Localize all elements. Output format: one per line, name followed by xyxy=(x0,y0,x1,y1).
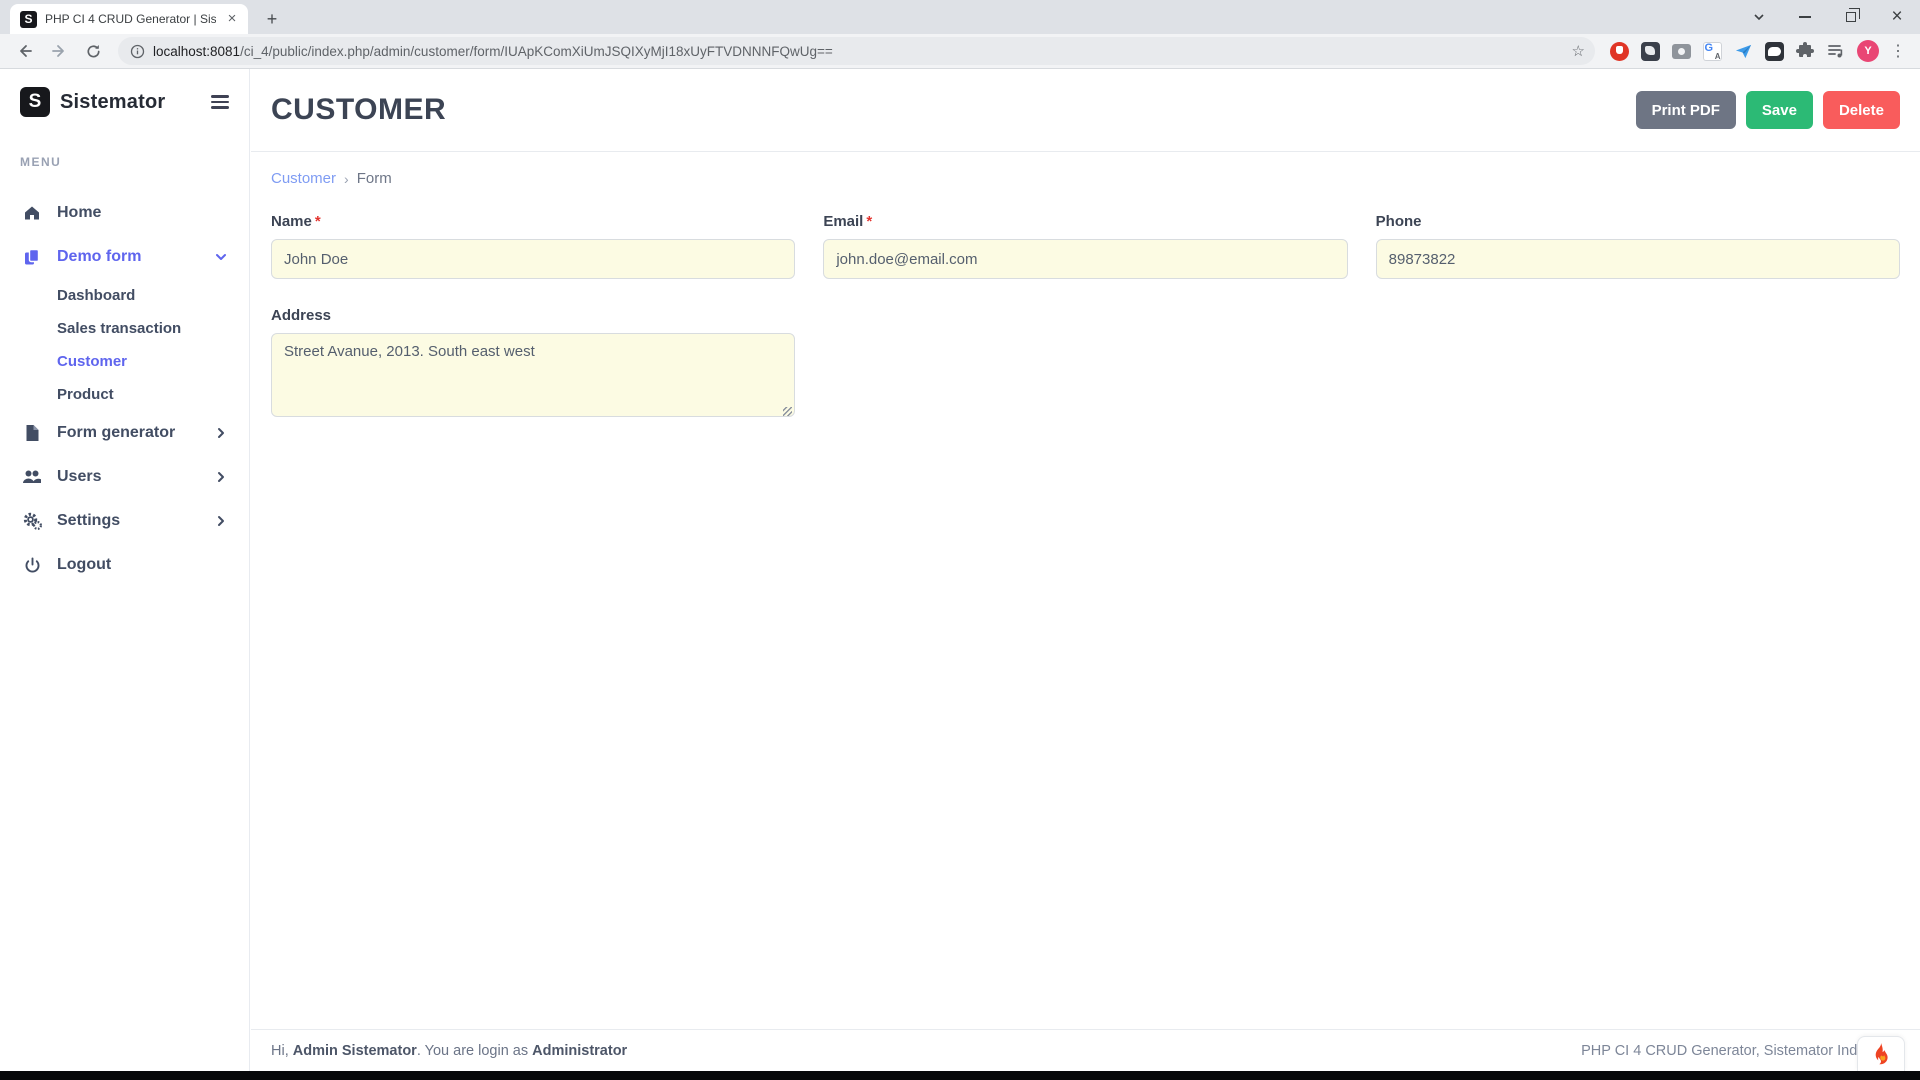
customer-form-row-1: Name* Email* Phone xyxy=(271,213,1900,279)
line-extension-icon[interactable] xyxy=(1764,41,1784,61)
pages-icon xyxy=(22,248,42,266)
print-pdf-button[interactable]: Print PDF xyxy=(1636,91,1736,129)
sidebar-item-label: Home xyxy=(57,204,101,222)
app-viewport: S Sistemator MENU Home Demo form xyxy=(0,69,1920,1080)
footer-greeting: Hi, Admin Sistemator. You are login as A… xyxy=(271,1043,627,1059)
power-icon xyxy=(22,557,42,574)
extensions-row: Y ⋮ xyxy=(1605,40,1910,62)
customer-form-row-2: Address Street Avanue, 2013. South east … xyxy=(271,307,795,422)
sidebar-item-home[interactable]: Home xyxy=(0,191,249,235)
page-footer: Hi, Admin Sistemator. You are login as A… xyxy=(251,1029,1920,1071)
sidebar: S Sistemator MENU Home Demo form xyxy=(0,69,250,1071)
breadcrumb-customer-link[interactable]: Customer xyxy=(271,170,336,187)
sidebar-subitem-product[interactable]: Product xyxy=(0,378,249,411)
codeigniter-flame-icon xyxy=(1873,1043,1889,1065)
profile-avatar[interactable]: Y xyxy=(1857,40,1879,62)
sidebar-item-label: Logout xyxy=(57,556,111,574)
browser-menu-kebab-icon[interactable]: ⋮ xyxy=(1890,41,1906,61)
sidebar-item-label: Demo form xyxy=(57,248,141,266)
name-label: Name* xyxy=(271,213,795,230)
dark-extension-icon[interactable] xyxy=(1640,41,1660,61)
sidebar-item-label: Users xyxy=(57,468,101,486)
save-button[interactable]: Save xyxy=(1746,91,1813,129)
screenshot-camera-icon[interactable] xyxy=(1671,41,1691,61)
footer-user-name: Admin Sistemator xyxy=(293,1043,417,1059)
email-field-group: Email* xyxy=(823,213,1347,279)
brand-row: S Sistemator xyxy=(0,69,249,117)
address-textarea[interactable]: Street Avanue, 2013. South east west xyxy=(271,333,795,417)
action-buttons: Print PDF Save Delete xyxy=(1636,91,1900,129)
delete-button[interactable]: Delete xyxy=(1823,91,1900,129)
menu-section-label: MENU xyxy=(20,155,249,169)
breadcrumb-separator-icon: › xyxy=(344,171,349,187)
brand-name[interactable]: Sistemator xyxy=(60,91,165,114)
playlist-queue-icon[interactable] xyxy=(1826,41,1846,61)
translate-extension-icon[interactable] xyxy=(1702,41,1722,61)
home-icon xyxy=(22,204,42,222)
window-close-button[interactable]: × xyxy=(1874,0,1920,34)
gears-icon xyxy=(22,512,42,530)
content-area: Customer › Form Name* Email* Phone xyxy=(251,170,1920,422)
email-input[interactable] xyxy=(823,239,1347,279)
sidebar-item-settings[interactable]: Settings xyxy=(0,499,249,543)
page-info-icon[interactable] xyxy=(130,44,145,59)
page-title: CUSTOMER xyxy=(271,93,446,127)
browser-tab-strip: S PHP CI 4 CRUD Generator | Sistem × + × xyxy=(0,0,1920,34)
sidebar-item-users[interactable]: Users xyxy=(0,455,249,499)
reload-icon[interactable] xyxy=(78,36,108,66)
sidebar-item-label: Settings xyxy=(57,512,120,530)
extensions-puzzle-icon[interactable] xyxy=(1795,41,1815,61)
users-icon xyxy=(22,469,42,485)
brand-logo: S xyxy=(20,87,50,117)
new-tab-button[interactable]: + xyxy=(258,5,286,33)
restore-button[interactable] xyxy=(1828,0,1874,34)
resize-grip-icon[interactable] xyxy=(783,407,792,416)
minimize-button[interactable] xyxy=(1782,0,1828,34)
chevron-down-icon xyxy=(215,251,227,263)
required-asterisk: * xyxy=(866,213,872,230)
phone-input[interactable] xyxy=(1376,239,1900,279)
sidebar-item-form-generator[interactable]: Form generator xyxy=(0,411,249,455)
phone-label: Phone xyxy=(1376,213,1900,230)
breadcrumb: Customer › Form xyxy=(271,170,1900,187)
sidebar-subitem-sales-transaction[interactable]: Sales transaction xyxy=(0,312,249,345)
sidebar-item-logout[interactable]: Logout xyxy=(0,543,249,587)
taskbar-edge xyxy=(0,1071,1920,1080)
forward-icon[interactable] xyxy=(44,36,74,66)
site-favicon: S xyxy=(20,11,37,28)
sidebar-item-demo-form[interactable]: Demo form xyxy=(0,235,249,279)
sidebar-subitem-dashboard[interactable]: Dashboard xyxy=(0,279,249,312)
name-field-group: Name* xyxy=(271,213,795,279)
bookmark-star-icon[interactable]: ☆ xyxy=(1572,42,1585,60)
address-bar[interactable]: localhost:8081/ci_4/public/index.php/adm… xyxy=(118,37,1595,65)
name-input[interactable] xyxy=(271,239,795,279)
sidebar-item-label: Form generator xyxy=(57,424,175,442)
debug-toolbar-toggle[interactable] xyxy=(1857,1036,1905,1071)
url-text[interactable]: localhost:8081/ci_4/public/index.php/adm… xyxy=(153,44,1564,59)
chevron-right-icon xyxy=(215,427,227,439)
file-icon xyxy=(22,424,42,442)
address-label: Address xyxy=(271,307,795,324)
window-controls: × xyxy=(1736,0,1920,34)
footer-credit: PHP CI 4 CRUD Generator, Sistemator Indo… xyxy=(1581,1043,1900,1059)
email-label: Email* xyxy=(823,213,1347,230)
paper-plane-extension-icon[interactable] xyxy=(1733,41,1753,61)
footer-user-role: Administrator xyxy=(532,1043,627,1059)
sidebar-subitem-customer[interactable]: Customer xyxy=(0,345,249,378)
adblock-extension-icon[interactable] xyxy=(1609,41,1629,61)
phone-field-group: Phone xyxy=(1376,213,1900,279)
breadcrumb-current: Form xyxy=(357,170,392,187)
back-icon[interactable] xyxy=(10,36,40,66)
sidebar-toggle-hamburger-icon[interactable] xyxy=(211,91,229,113)
required-asterisk: * xyxy=(315,213,321,230)
main-panel: CUSTOMER Print PDF Save Delete Customer … xyxy=(251,69,1920,1071)
browser-tab[interactable]: S PHP CI 4 CRUD Generator | Sistem × xyxy=(10,4,248,34)
tab-search-chevron-icon[interactable] xyxy=(1736,0,1782,34)
page-header: CUSTOMER Print PDF Save Delete xyxy=(251,69,1920,152)
chevron-right-icon xyxy=(215,515,227,527)
browser-toolbar: localhost:8081/ci_4/public/index.php/adm… xyxy=(0,34,1920,69)
tab-close-icon[interactable]: × xyxy=(224,11,240,27)
tab-title: PHP CI 4 CRUD Generator | Sistem xyxy=(45,12,216,26)
chevron-right-icon xyxy=(215,471,227,483)
